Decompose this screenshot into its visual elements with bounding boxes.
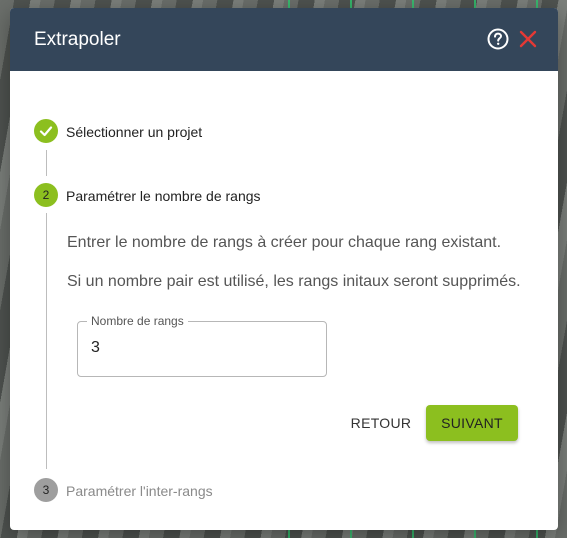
next-button[interactable]: SUIVANT: [426, 405, 518, 441]
close-icon[interactable]: [518, 29, 538, 49]
step-1-done-indicator: [34, 119, 58, 143]
check-icon: [39, 126, 53, 137]
step-3-label[interactable]: Paramétrer l'inter-rangs: [66, 483, 213, 499]
dialog-title: Extrapoler: [34, 29, 121, 50]
step-3-number: 3: [42, 483, 50, 497]
step-2-number: 2: [42, 188, 50, 202]
step-2-indicator: 2: [34, 183, 58, 207]
step-2-description-1: Entrer le nombre de rangs à créer pour c…: [67, 234, 502, 251]
step-2-label: Paramétrer le nombre de rangs: [66, 188, 261, 204]
step-1-label[interactable]: Sélectionner un projet: [66, 124, 202, 140]
row-count-field-label: Nombre de rangs: [87, 314, 188, 328]
help-circle-icon[interactable]: [487, 28, 509, 50]
row-count-field[interactable]: Nombre de rangs: [77, 314, 327, 377]
dialog-header: Extrapoler: [10, 8, 558, 71]
row-count-input[interactable]: [91, 339, 311, 357]
extrapolate-dialog: Extrapoler Sélectionner un projet 2 Para…: [10, 8, 558, 530]
step-connector-2: [46, 213, 47, 469]
step-3-indicator: 3: [34, 478, 58, 502]
background-field-lines-bottom: [260, 530, 567, 538]
step-connector-1: [46, 150, 47, 176]
back-button[interactable]: RETOUR: [341, 407, 421, 439]
step-2-description-2: Si un nombre pair est utilisé, les rangs…: [67, 273, 521, 290]
